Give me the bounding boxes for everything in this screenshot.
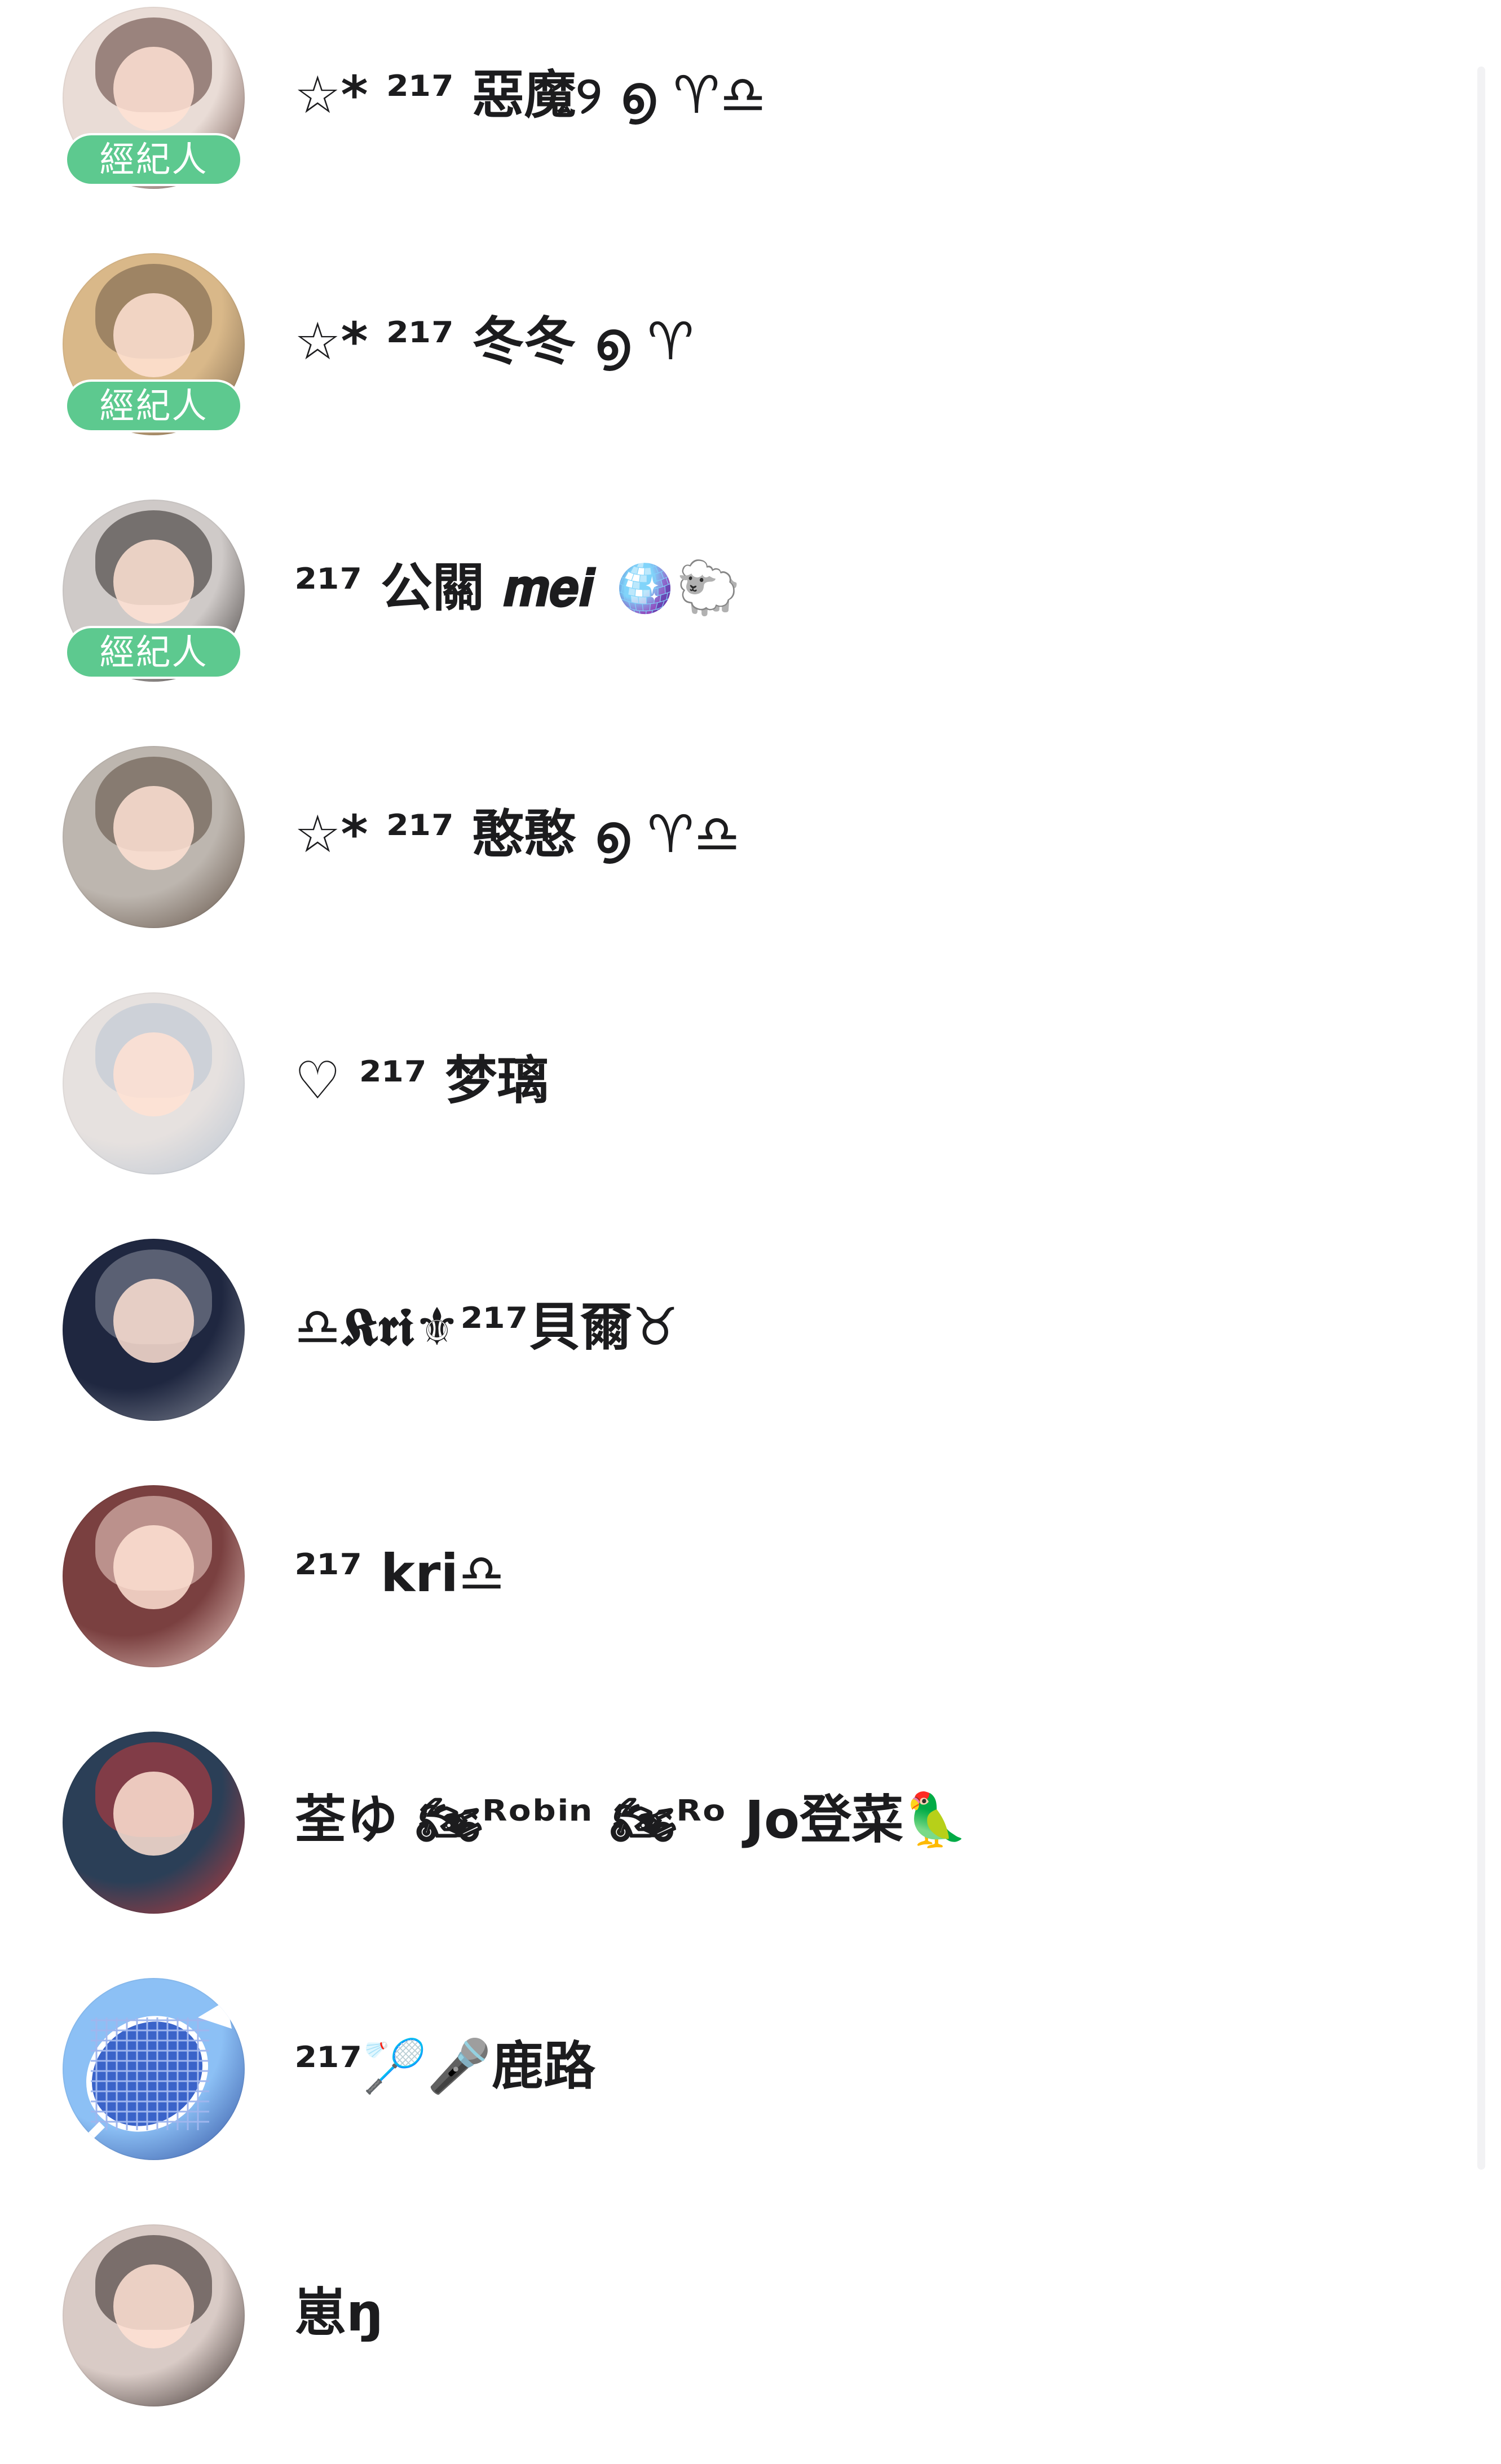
contact-name: ²¹⁷ 公關 𝒎𝒆𝒊 🪩🐑: [294, 558, 741, 618]
contact-name: ☆* ²¹⁷ 憨憨 ൭ ♈︎♎: [294, 804, 741, 864]
avatar-container[interactable]: [63, 1485, 245, 1667]
contact-name: ☆* ²¹⁷ 冬冬 ൭ ♈︎: [294, 311, 694, 372]
avatar-monkey-shirt[interactable]: [63, 746, 245, 928]
contact-name: 荃ゆ 🏍ᴿᵒᵇⁱⁿ 🏍ᴿᵒ Jo登菜🦜: [294, 1790, 968, 1850]
avatar-night-sky[interactable]: [63, 1239, 245, 1421]
avatar-red-hair-girl[interactable]: [63, 1485, 245, 1667]
avatar-container[interactable]: [63, 1239, 245, 1421]
avatar-container[interactable]: 經紀人: [63, 253, 245, 435]
contact-name: ♡ ²¹⁷ 梦璃: [294, 1050, 549, 1111]
avatar-illustrated-girl[interactable]: [63, 992, 245, 1174]
contact-row[interactable]: 經紀人 ☆* ²¹⁷ 冬冬 ൭ ♈︎: [0, 246, 1443, 493]
avatar-container[interactable]: [63, 746, 245, 928]
agent-badge: 經紀人: [65, 379, 242, 432]
contact-row[interactable]: 崽ŋ: [0, 2218, 1443, 2464]
contact-row[interactable]: ♡ ²¹⁷ 梦璃: [0, 986, 1443, 1232]
contact-name: ²¹⁷🏸🎤鹿路: [294, 2036, 595, 2096]
contact-row[interactable]: 經紀人 ²¹⁷ 公關 𝒎𝒆𝒊 🪩🐑: [0, 493, 1443, 739]
scrollbar[interactable]: [1477, 67, 1485, 2170]
agent-badge: 經紀人: [65, 626, 242, 679]
agent-badge: 經紀人: [65, 133, 242, 186]
contact-name: ²¹⁷ kri♎: [294, 1543, 505, 1604]
avatar-container[interactable]: [63, 1978, 245, 2160]
avatar-container[interactable]: [63, 992, 245, 1174]
contact-name: ☆* ²¹⁷ 惡魔୨ ൭ ♈︎♎: [294, 65, 766, 125]
contact-row[interactable]: ☆* ²¹⁷ 憨憨 ൭ ♈︎♎: [0, 739, 1443, 986]
avatar-container[interactable]: [63, 1732, 245, 1914]
contact-row[interactable]: ²¹⁷ kri♎: [0, 1478, 1443, 1725]
avatar-container[interactable]: [63, 2224, 245, 2406]
avatar-city-tower[interactable]: [63, 1732, 245, 1914]
badminton-racket-icon[interactable]: [63, 1978, 245, 2160]
avatar-container[interactable]: 經紀人: [63, 500, 245, 682]
contact-row[interactable]: 經紀人 ☆* ²¹⁷ 惡魔୨ ൭ ♈︎♎: [0, 0, 1443, 246]
avatar-girl-portrait[interactable]: [63, 2224, 245, 2406]
contact-row[interactable]: ♎𝕶𝖗𝖎⚜²¹⁷貝爾♉: [0, 1232, 1443, 1478]
contact-name: 崽ŋ: [294, 2282, 383, 2343]
contact-row[interactable]: 荃ゆ 🏍ᴿᵒᵇⁱⁿ 🏍ᴿᵒ Jo登菜🦜: [0, 1725, 1443, 1971]
contact-row[interactable]: ²¹⁷🏸🎤鹿路: [0, 1971, 1443, 2218]
avatar-container[interactable]: 經紀人: [63, 7, 245, 189]
contact-name: ♎𝕶𝖗𝖎⚜²¹⁷貝爾♉: [294, 1297, 679, 1357]
